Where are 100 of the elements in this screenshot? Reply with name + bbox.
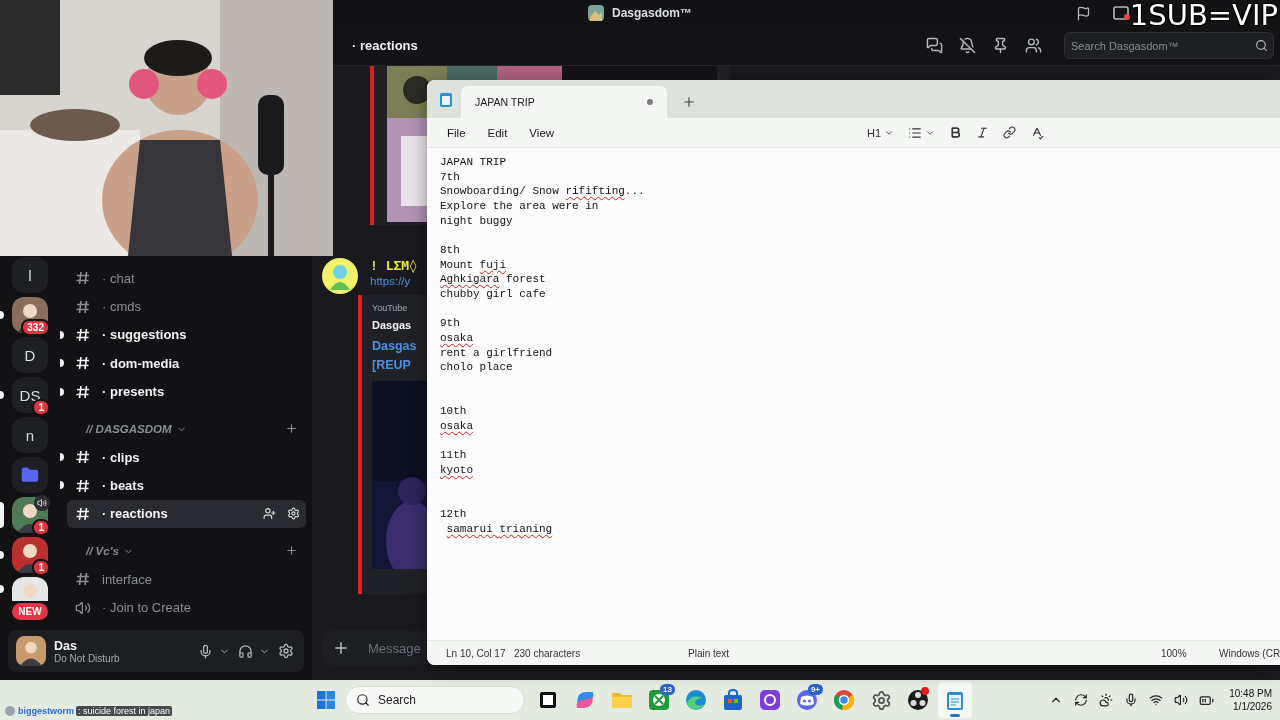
spellcheck-icon[interactable] bbox=[1030, 125, 1044, 140]
message-field[interactable]: Message bbox=[322, 631, 426, 665]
taskbar-search-field[interactable]: Search bbox=[345, 686, 525, 714]
settings-icon[interactable] bbox=[278, 643, 294, 659]
menu-item[interactable]: View bbox=[521, 122, 563, 143]
message-link[interactable]: https://y bbox=[370, 275, 411, 287]
add-icon[interactable] bbox=[285, 544, 298, 558]
file-format: Plain text bbox=[688, 647, 731, 659]
hash-icon bbox=[75, 383, 91, 400]
channel-item[interactable]: · suggestions bbox=[67, 320, 306, 350]
speaker-icon bbox=[75, 599, 91, 616]
text-line: 10th bbox=[440, 404, 467, 420]
avatar bbox=[12, 537, 48, 573]
stream-overlay-text: 1SUB=VIP bbox=[1129, 0, 1278, 32]
add-icon[interactable] bbox=[332, 639, 350, 657]
server-button[interactable]: l bbox=[12, 257, 48, 293]
menu-item[interactable]: Edit bbox=[479, 122, 516, 143]
italic-icon[interactable] bbox=[976, 126, 989, 139]
server-button[interactable]: D bbox=[12, 337, 48, 373]
inbox-icon[interactable] bbox=[1113, 5, 1130, 21]
document-tab[interactable]: JAPAN TRIP bbox=[461, 86, 667, 118]
mic-icon[interactable] bbox=[198, 643, 213, 659]
channel-item[interactable]: interface bbox=[67, 565, 306, 594]
window-title: Dasgasdom™ bbox=[612, 6, 692, 20]
notepad-icon bbox=[439, 92, 453, 108]
taskbar-button[interactable]: 13 bbox=[642, 682, 676, 718]
disc-icon bbox=[907, 689, 929, 711]
folder-icon bbox=[21, 466, 39, 484]
channel-name: · reactions bbox=[102, 506, 169, 522]
text-line: kyoto bbox=[440, 463, 473, 478]
channel-name: · cmds bbox=[102, 299, 142, 315]
category-label[interactable]: // Vc's bbox=[86, 545, 119, 558]
chat-bubbles-icon[interactable] bbox=[926, 37, 943, 54]
channel-item[interactable]: · cmds bbox=[67, 292, 306, 321]
taskbar-button[interactable]: 9+ bbox=[790, 682, 824, 718]
windows-logo-icon bbox=[316, 690, 336, 710]
menu-item[interactable]: File bbox=[439, 122, 474, 143]
embed-title[interactable]: Dasgas [REUP bbox=[372, 337, 417, 375]
pin-icon[interactable] bbox=[992, 37, 1009, 54]
add-user-icon[interactable] bbox=[263, 507, 276, 521]
cloud-icon[interactable] bbox=[1099, 693, 1114, 707]
channel-name: · dom-media bbox=[102, 355, 181, 371]
tile-icon bbox=[648, 689, 670, 711]
wave-icon bbox=[685, 689, 707, 711]
chat-message: : suicide forest in japan bbox=[76, 706, 173, 716]
text-line: night buggy bbox=[440, 213, 513, 229]
add-icon[interactable] bbox=[285, 421, 298, 435]
text-line: Snowboarding/ Snow rififting... bbox=[440, 184, 645, 199]
server-folder-button[interactable] bbox=[12, 457, 48, 493]
text-line: osaka bbox=[440, 419, 473, 434]
text-line: rent a girlfriend bbox=[440, 345, 553, 361]
channel-item[interactable]: · Join to Create bbox=[67, 593, 306, 622]
square-icon bbox=[539, 691, 557, 709]
embed-author: Dasgas bbox=[372, 319, 412, 331]
gear-icon[interactable] bbox=[287, 507, 300, 521]
headphones-icon[interactable] bbox=[238, 643, 253, 659]
flag-icon[interactable] bbox=[1076, 5, 1091, 21]
channel-item[interactable]: · reactions bbox=[67, 499, 306, 529]
channel-item[interactable]: · clips bbox=[67, 442, 306, 472]
avatar bbox=[322, 258, 358, 294]
list-icon bbox=[908, 125, 922, 140]
speaker-icon[interactable] bbox=[1174, 693, 1189, 707]
sync-icon[interactable] bbox=[1074, 693, 1089, 707]
controller-icon bbox=[796, 689, 818, 711]
text-line: 12th bbox=[440, 507, 467, 522]
clock[interactable]: 10:48 PM 1/1/2026 bbox=[1229, 687, 1272, 713]
mention-badge: 1 bbox=[32, 519, 50, 536]
notepad-icon bbox=[945, 689, 965, 711]
list-dropdown[interactable] bbox=[908, 125, 935, 140]
server-icon bbox=[588, 5, 604, 21]
search-field[interactable]: Search Dasgasdom™ bbox=[1064, 32, 1274, 59]
channel-item[interactable]: · presents bbox=[67, 377, 306, 406]
mic-icon[interactable] bbox=[1124, 693, 1139, 707]
members-icon[interactable] bbox=[1025, 37, 1042, 54]
channel-item[interactable]: · chat bbox=[67, 264, 306, 293]
loop-icon bbox=[759, 689, 781, 711]
text-line: cholo place bbox=[440, 360, 513, 376]
muted-bell-icon[interactable] bbox=[959, 37, 976, 54]
bold-icon[interactable] bbox=[949, 126, 962, 139]
heading-dropdown[interactable]: H1 bbox=[866, 126, 894, 139]
text-line: 7th bbox=[440, 169, 460, 185]
chat-username: biggestworm bbox=[18, 706, 74, 716]
channel-item[interactable]: · dom-media bbox=[67, 349, 306, 378]
mention-badge: 1 bbox=[32, 559, 50, 576]
user-name: Das bbox=[54, 638, 78, 653]
text-line: 11th bbox=[440, 448, 467, 464]
category-label[interactable]: // DASGASDOM bbox=[86, 422, 172, 435]
wheel-icon bbox=[833, 689, 855, 711]
wifi-icon[interactable] bbox=[1149, 693, 1164, 707]
link-icon[interactable] bbox=[1003, 126, 1016, 139]
channel-name: · clips bbox=[102, 449, 141, 465]
search-icon bbox=[356, 693, 370, 707]
channel-item[interactable]: · beats bbox=[67, 471, 306, 500]
chat-badge-icon bbox=[4, 705, 16, 717]
channel-name: · presents bbox=[102, 384, 166, 400]
hash-icon bbox=[75, 270, 91, 287]
server-button[interactable]: n bbox=[12, 417, 48, 453]
server-button[interactable] bbox=[12, 537, 48, 573]
text-line: Aghkigara forest bbox=[440, 272, 546, 288]
text-line: Explore the area were in bbox=[440, 199, 599, 214]
